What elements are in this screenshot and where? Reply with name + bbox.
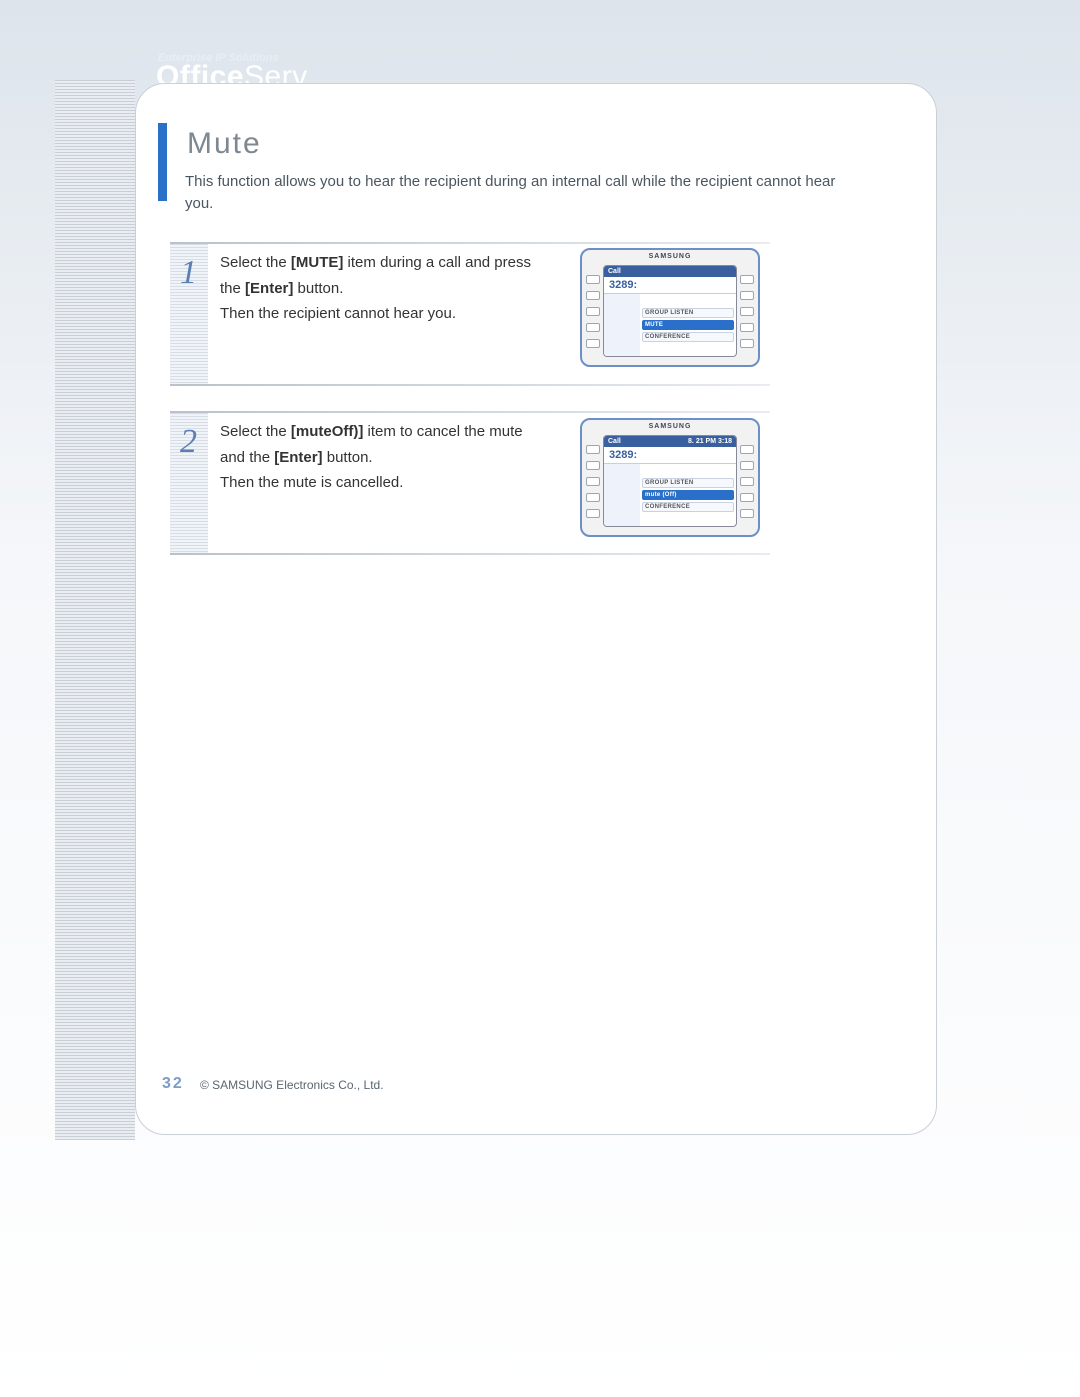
t: Select the (220, 254, 291, 271)
menu-item: CONFERENCE (642, 332, 734, 342)
screen-illustration (604, 464, 640, 526)
menu-item-selected: MUTE (642, 320, 734, 330)
screen-head-right: 8. 21 PM 3:18 (688, 438, 732, 445)
step-separator (170, 411, 770, 413)
page-title: Mute (187, 127, 262, 161)
t-bold: [MUTE] (291, 254, 344, 271)
softkey (740, 339, 754, 348)
copyright: © SAMSUNG Electronics Co., Ltd. (200, 1078, 384, 1092)
softkey (740, 323, 754, 332)
t: button. (293, 280, 343, 297)
phone-maker: SAMSUNG (582, 420, 758, 435)
softkeys-left (586, 435, 600, 527)
softkey (740, 291, 754, 300)
screen-illustration (604, 294, 640, 356)
softkey (740, 307, 754, 316)
softkey (586, 275, 600, 284)
screen-head-left: Call (608, 438, 621, 445)
softkey (740, 509, 754, 518)
screen-header: Call 8. 21 PM 3:18 (604, 436, 736, 447)
menu-item-selected: mute (Off) (642, 490, 734, 500)
phone-mock-1: SAMSUNG Call 3289: GROUP LISTEN MUTE CON… (580, 248, 760, 367)
phone-body: Call 3289: GROUP LISTEN MUTE CONFERENCE (582, 265, 758, 357)
screen-body: GROUP LISTEN mute (Off) CONFERENCE (604, 464, 736, 526)
t: button. (323, 449, 373, 466)
phone-mock-2: SAMSUNG Call 8. 21 PM 3:18 3289: GROUP L… (580, 418, 760, 537)
step-text: Select the [muteOff)] item to cancel the… (220, 419, 540, 496)
screen-head-left: Call (608, 268, 621, 275)
softkeys-right (740, 435, 754, 527)
phone-screen: Call 8. 21 PM 3:18 3289: GROUP LISTEN mu… (603, 435, 737, 527)
left-margin-stripe (55, 80, 135, 1140)
softkeys-right (740, 265, 754, 357)
softkey (586, 323, 600, 332)
step-text: Select the [MUTE] item during a call and… (220, 250, 540, 327)
softkey (740, 461, 754, 470)
phone-maker: SAMSUNG (582, 250, 758, 265)
t-bold: [muteOff)] (291, 423, 363, 440)
screen-menu: GROUP LISTEN mute (Off) CONFERENCE (640, 464, 736, 526)
softkeys-left (586, 265, 600, 357)
step-separator (170, 384, 770, 386)
softkey (740, 445, 754, 454)
screen-body: GROUP LISTEN MUTE CONFERENCE (604, 294, 736, 356)
page-description: This function allows you to hear the rec… (185, 171, 865, 215)
menu-item: GROUP LISTEN (642, 308, 734, 318)
softkey (586, 291, 600, 300)
phone-screen: Call 3289: GROUP LISTEN MUTE CONFERENCE (603, 265, 737, 357)
t-bold: [Enter] (245, 280, 293, 297)
softkey (586, 339, 600, 348)
softkey (586, 461, 600, 470)
softkey (586, 477, 600, 486)
title-accent-bar (158, 123, 167, 201)
step-separator (170, 242, 770, 244)
softkey (586, 307, 600, 316)
document-page: Enterprise IP Solutions OfficeServ Mute … (0, 0, 1080, 1397)
step-result: Then the mute is cancelled. (220, 474, 403, 491)
screen-number: 3289: (604, 277, 736, 294)
step-separator (170, 553, 770, 555)
screen-menu: GROUP LISTEN MUTE CONFERENCE (640, 294, 736, 356)
step-result: Then the recipient cannot hear you. (220, 305, 456, 322)
t: Select the (220, 423, 291, 440)
page-number: 32 (162, 1075, 184, 1093)
softkey (586, 445, 600, 454)
softkey (586, 509, 600, 518)
softkey (740, 493, 754, 502)
softkey (586, 493, 600, 502)
content-panel (135, 83, 937, 1135)
screen-number: 3289: (604, 447, 736, 464)
menu-item: GROUP LISTEN (642, 478, 734, 488)
phone-body: Call 8. 21 PM 3:18 3289: GROUP LISTEN mu… (582, 435, 758, 527)
softkey (740, 477, 754, 486)
softkey (740, 275, 754, 284)
menu-item: CONFERENCE (642, 502, 734, 512)
t-bold: [Enter] (274, 449, 322, 466)
step-number: 1 (180, 254, 210, 292)
step-number: 2 (180, 423, 210, 461)
screen-header: Call (604, 266, 736, 277)
